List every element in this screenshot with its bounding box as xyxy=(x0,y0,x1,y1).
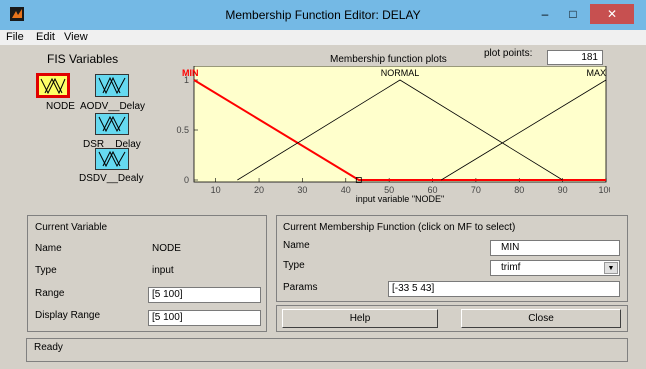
y-tick-label: 0.5 xyxy=(176,125,189,135)
menu-edit[interactable]: Edit xyxy=(36,31,55,43)
plot-points-label: plot points: xyxy=(484,48,533,59)
mf-type-value: trimf xyxy=(501,262,521,273)
output-variable-dsr-delay-icon[interactable] xyxy=(95,113,129,135)
menu-bar: File Edit View xyxy=(0,30,646,45)
y-tick-label: 0 xyxy=(184,175,189,185)
var-type-value: input xyxy=(152,265,174,276)
input-variable-label: NODE xyxy=(46,101,75,112)
params-label: Params xyxy=(283,282,318,293)
menu-file[interactable]: File xyxy=(6,31,24,43)
title-bar[interactable]: Membership Function Editor: DELAY – □ ✕ xyxy=(0,0,646,30)
chevron-down-icon[interactable]: ▼ xyxy=(604,262,618,274)
mf-glyph-icon xyxy=(98,150,126,168)
display-range-label: Display Range xyxy=(35,310,101,321)
params-input[interactable]: [-33 5 43] xyxy=(388,281,620,297)
current-variable-heading: Current Variable xyxy=(35,222,108,233)
range-label: Range xyxy=(35,288,65,299)
minimize-button[interactable]: – xyxy=(532,4,558,24)
x-tick-label: 100 xyxy=(598,185,610,195)
mf-editor-window: Membership Function Editor: DELAY – □ ✕ … xyxy=(0,0,646,369)
mf-glyph-icon xyxy=(98,76,126,95)
x-tick-label: 20 xyxy=(254,185,264,195)
fis-variables-heading: FIS Variables xyxy=(47,52,119,66)
mf-name-input[interactable]: MIN xyxy=(490,240,620,256)
mf-type-label: Type xyxy=(283,260,305,271)
x-tick-label: 10 xyxy=(211,185,221,195)
x-tick-label: 70 xyxy=(471,185,481,195)
x-tick-label: 40 xyxy=(341,185,351,195)
menu-view[interactable]: View xyxy=(64,31,88,43)
output-variable-label: DSDV__Dealy xyxy=(79,173,144,184)
help-button[interactable]: Help xyxy=(282,309,438,328)
status-bar xyxy=(26,338,628,362)
status-text: Ready xyxy=(34,342,63,353)
mf-glyph-icon xyxy=(40,77,66,95)
var-name-value: NODE xyxy=(152,243,181,254)
x-tick-label: 80 xyxy=(514,185,524,195)
current-mf-heading: Current Membership Function (click on MF… xyxy=(283,222,516,233)
mf-label-min[interactable]: MIN xyxy=(182,68,199,78)
output-variable-dsdv-dealy-icon[interactable] xyxy=(95,148,129,170)
mf-glyph-icon xyxy=(98,115,126,133)
output-variable-label: AODV__Delay xyxy=(80,101,146,112)
display-range-input[interactable]: [5 100] xyxy=(148,310,261,326)
plot-background xyxy=(193,66,607,183)
mf-plots-label: Membership function plots xyxy=(330,54,447,65)
plot-points-input[interactable]: 181 xyxy=(547,50,603,65)
mf-label-normal[interactable]: NORMAL xyxy=(381,68,420,78)
mf-plot-area[interactable]: 10203040506070809010010.50 MINNORMALMAX … xyxy=(176,66,610,206)
input-variable-node-icon[interactable] xyxy=(36,73,70,98)
var-name-label: Name xyxy=(35,243,62,254)
close-button[interactable]: Close xyxy=(461,309,621,328)
close-window-button[interactable]: ✕ xyxy=(590,4,634,24)
mf-label-max[interactable]: MAX xyxy=(586,68,606,78)
maximize-button[interactable]: □ xyxy=(560,4,586,24)
x-axis-label: input variable "NODE" xyxy=(356,194,444,204)
x-tick-label: 90 xyxy=(558,185,568,195)
var-type-label: Type xyxy=(35,265,57,276)
output-variable-aodv-delay-icon[interactable] xyxy=(95,74,129,97)
range-input[interactable]: [5 100] xyxy=(148,287,261,303)
mf-type-select[interactable]: trimf ▼ xyxy=(490,260,620,276)
x-tick-label: 30 xyxy=(297,185,307,195)
mf-name-label: Name xyxy=(283,240,310,251)
